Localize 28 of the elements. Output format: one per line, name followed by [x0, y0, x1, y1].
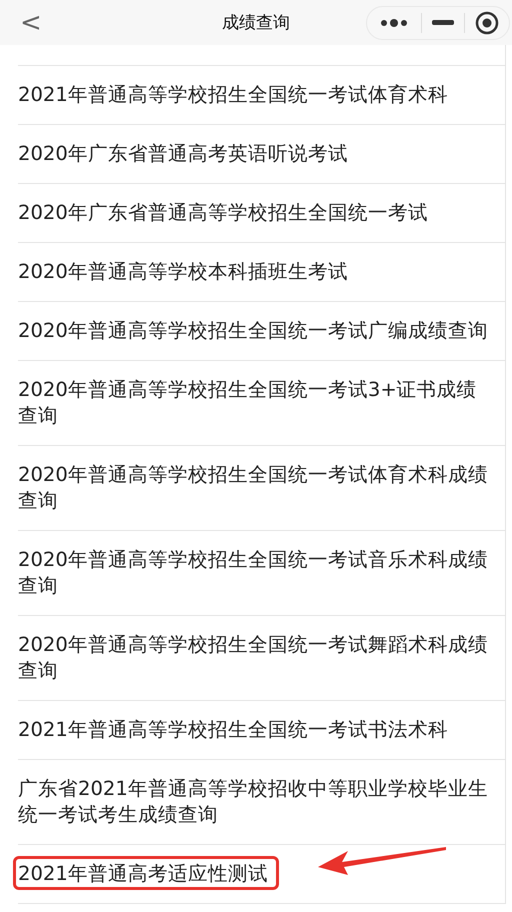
page-title: 成绩查询 — [222, 12, 290, 34]
list-item[interactable]: 广东省2021年普通高等学校招收中等职业学校毕业生统一考试考生成绩查询 — [18, 760, 505, 845]
item-label: 2021年普通高考适应性测试 — [13, 856, 279, 890]
list-item[interactable]: 2021年普通高考适应性测试 — [18, 845, 505, 904]
list-item[interactable]: 2020年普通高等学校招生全国统一考试音乐术科成绩查询 — [18, 531, 505, 616]
item-label: 2020年普通高等学校招生全国统一考试广编成绩查询 — [18, 318, 489, 344]
list-item[interactable]: 2021年普通高等学校招生全国统一考试体育术科 — [18, 66, 505, 125]
item-label: 2020年广东省普通高考英语听说考试 — [18, 141, 349, 167]
list-item[interactable]: 2020年普通高等学校招生全国统一考试体育术科成绩查询 — [18, 446, 505, 531]
list-item[interactable]: 2020年普通高等学校招生全国统一考试广编成绩查询 — [18, 302, 505, 361]
item-label: 2020年普通高等学校招生全国统一考试3+证书成绩查询 — [18, 377, 478, 429]
item-label: 2020年普通高等学校招生全国统一考试音乐术科成绩查询 — [18, 547, 489, 599]
item-label: 2020年普通高等学校本科插班生考试 — [18, 259, 349, 285]
back-button[interactable]: < — [14, 8, 48, 38]
list-item[interactable]: 2021年普通高等学校招生全国统一考试书法术科 — [18, 701, 505, 760]
item-label: 2020年普通高等学校招生全国统一考试体育术科成绩查询 — [18, 462, 489, 514]
close-icon[interactable] — [475, 10, 499, 34]
item-label: 2020年普通高等学校招生全国统一考试舞蹈术科成绩查询 — [18, 632, 489, 684]
minimize-icon[interactable] — [432, 20, 454, 26]
list-item[interactable]: 2020年广东省普通高考英语听说考试 — [18, 125, 505, 184]
item-label: 2021年普通高等学校招生全国统一考试体育术科 — [18, 82, 449, 108]
item-label: 2020年广东省普通高等学校招生全国统一考试 — [18, 200, 429, 226]
list-item[interactable]: 2020年普通高等学校招生全国统一考试3+证书成绩查询 — [18, 361, 505, 446]
item-label: 广东省2021年普通高等学校招收中等职业学校毕业生统一考试考生成绩查询 — [18, 776, 489, 828]
list-item[interactable]: 2020年普通高等学校本科插班生考试 — [18, 243, 505, 302]
item-label: 2021年普通高等学校招生全国统一考试书法术科 — [18, 717, 449, 743]
list-item[interactable]: 2020年广东省普通高等学校招生全国统一考试 — [18, 184, 505, 243]
list-item[interactable]: 2020年普通高等学校招生全国统一考试舞蹈术科成绩查询 — [18, 616, 505, 701]
